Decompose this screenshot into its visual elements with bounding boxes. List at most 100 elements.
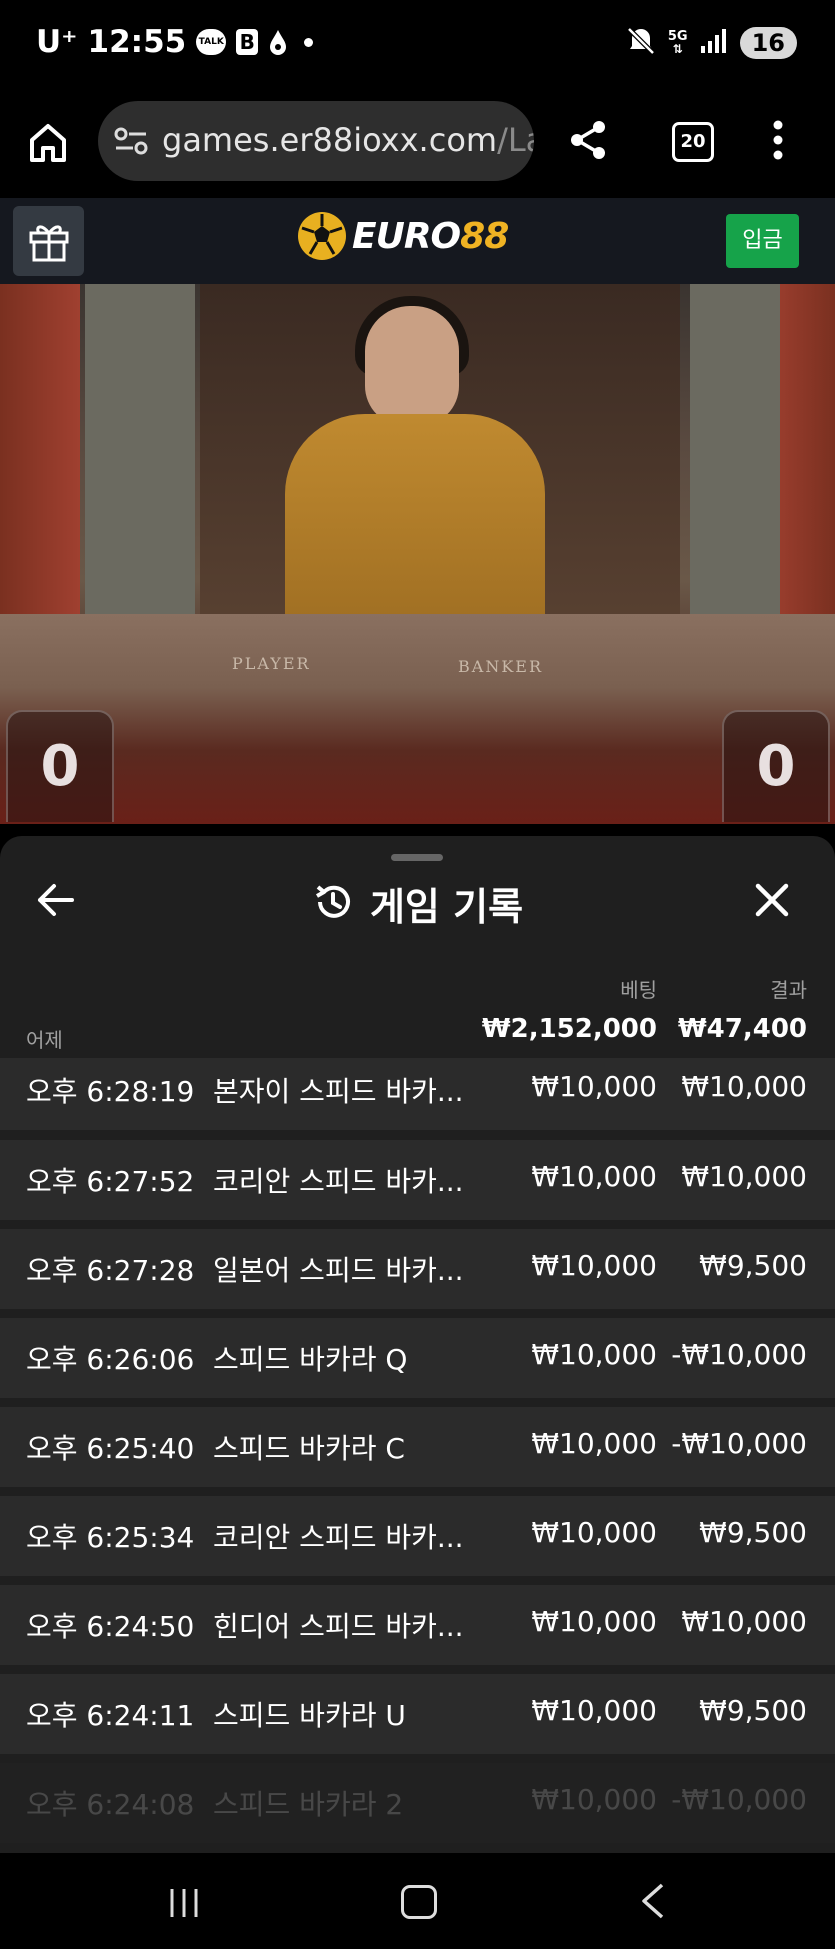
- gift-icon: [29, 225, 68, 262]
- row-bet: ₩10,000: [531, 1338, 657, 1371]
- more-notifications-dot-icon: [304, 37, 314, 47]
- kakaotalk-icon: TALK: [196, 29, 227, 55]
- row-time: 오후 6:27:28: [26, 1254, 195, 1287]
- row-result: ₩9,500: [699, 1249, 807, 1282]
- battery-indicator: 16: [739, 27, 797, 59]
- overflow-menu-icon[interactable]: [772, 120, 784, 164]
- notification-app-icon: [268, 28, 288, 56]
- site-header: EURO88 입금: [0, 198, 835, 284]
- status-bar: U⁺ 12:55 TALK B 5G ⇅ 16: [0, 0, 835, 92]
- row-time: 오후 6:27:52: [26, 1165, 195, 1198]
- game-history-sheet: 게임 기록 베팅 결과 어제 ₩2,152,000 ₩47,400 오후 6:2…: [0, 836, 835, 1853]
- row-bet: ₩10,000: [531, 1427, 657, 1460]
- row-time: 오후 6:24:11: [26, 1699, 195, 1732]
- row-game: 코리안 스피드 바카...: [213, 1521, 464, 1554]
- history-icon: [312, 881, 354, 927]
- share-icon[interactable]: [566, 118, 610, 166]
- row-result: ₩10,000: [681, 1605, 807, 1638]
- row-game: 스피드 바카라 Q: [213, 1343, 408, 1376]
- row-game: 스피드 바카라 C: [213, 1432, 405, 1465]
- logo-wordmark: EURO88: [352, 215, 509, 257]
- total-result: ₩47,400: [677, 1014, 807, 1044]
- row-time: 오후 6:25:34: [26, 1521, 195, 1554]
- data-arrows-icon: ⇅: [672, 42, 683, 56]
- url-path: /Lau: [497, 121, 534, 159]
- row-bet: ₩10,000: [531, 1160, 657, 1193]
- row-bet: ₩10,000: [531, 1694, 657, 1727]
- date-group-label: 어제: [26, 1028, 63, 1052]
- sheet-header: 게임 기록: [0, 876, 835, 931]
- row-time: 오후 6:26:06: [26, 1343, 195, 1376]
- mute-icon: [626, 26, 656, 60]
- gift-button[interactable]: [13, 206, 84, 276]
- result-column-header: 결과: [770, 978, 807, 1002]
- row-time: 오후 6:24:08: [26, 1788, 195, 1821]
- history-row[interactable]: 오후 6:25:40 스피드 바카라 C ₩10,000 -₩10,000: [0, 1407, 835, 1487]
- sheet-drag-handle[interactable]: [391, 854, 443, 861]
- history-row[interactable]: 오후 6:24:50 힌디어 스피드 바카... ₩10,000 ₩10,000: [0, 1585, 835, 1665]
- url-text[interactable]: games.er88ioxx.com/Lau: [162, 121, 534, 159]
- bet-column-header: 베팅: [620, 978, 657, 1002]
- row-game: 스피드 바카라 2: [213, 1788, 404, 1821]
- row-game: 힌디어 스피드 바카...: [213, 1610, 464, 1643]
- row-game: 코리안 스피드 바카...: [213, 1165, 464, 1198]
- network-type-icon: 5G ⇅: [668, 30, 688, 56]
- row-game: 일본어 스피드 바카...: [213, 1254, 464, 1287]
- system-nav-bar: [0, 1853, 835, 1949]
- row-result: -₩10,000: [671, 1783, 807, 1816]
- row-bet: ₩10,000: [531, 1783, 657, 1816]
- row-result: ₩10,000: [681, 1070, 807, 1103]
- row-bet: ₩10,000: [531, 1516, 657, 1549]
- history-row[interactable]: 오후 6:27:28 일본어 스피드 바카... ₩10,000 ₩9,500: [0, 1229, 835, 1309]
- row-result: -₩10,000: [671, 1338, 807, 1371]
- clock: 12:55: [87, 24, 187, 60]
- row-game: 본자이 스피드 바카...: [213, 1075, 464, 1108]
- row-result: -₩10,000: [671, 1427, 807, 1460]
- row-bet: ₩10,000: [531, 1249, 657, 1282]
- site-settings-icon[interactable]: [114, 125, 148, 161]
- close-icon[interactable]: [754, 882, 790, 922]
- history-row[interactable]: 오후 6:27:52 코리안 스피드 바카... ₩10,000 ₩10,000: [0, 1140, 835, 1220]
- b-app-icon: B: [236, 29, 259, 55]
- back-nav-icon[interactable]: [640, 1883, 666, 1923]
- soccer-ball-icon: [298, 212, 346, 260]
- row-time: 오후 6:28:19: [26, 1075, 195, 1108]
- banker-score: 0: [722, 710, 830, 822]
- recent-apps-icon[interactable]: [168, 1887, 200, 1923]
- deposit-button[interactable]: 입금: [726, 214, 799, 268]
- row-bet: ₩10,000: [531, 1070, 657, 1103]
- player-score: 0: [6, 710, 114, 822]
- decor-pillar-right: [690, 284, 780, 644]
- browser-home-icon[interactable]: [26, 120, 70, 164]
- table-banker-label: BANKER: [458, 657, 543, 676]
- live-dealer-video[interactable]: PLAYER BANKER 0 0: [0, 284, 835, 824]
- logo-text-main: EURO: [352, 215, 461, 257]
- baccarat-table: [0, 614, 835, 824]
- history-row[interactable]: 오후 6:26:06 스피드 바카라 Q ₩10,000 -₩10,000: [0, 1318, 835, 1398]
- row-result: ₩10,000: [681, 1160, 807, 1193]
- euro88-logo[interactable]: EURO88: [298, 212, 509, 260]
- decor-pillar-left: [85, 284, 195, 644]
- home-nav-icon[interactable]: [401, 1885, 437, 1919]
- history-row[interactable]: 오후 6:24:08 스피드 바카라 2 ₩10,000 -₩10,000: [0, 1763, 835, 1843]
- dealer-face: [365, 306, 459, 426]
- row-time: 오후 6:24:50: [26, 1610, 195, 1643]
- total-bet: ₩2,152,000: [481, 1014, 657, 1044]
- logo-text-accent: 88: [460, 215, 509, 257]
- tab-switcher-button[interactable]: 20: [672, 122, 714, 162]
- table-player-label: PLAYER: [232, 654, 311, 673]
- row-bet: ₩10,000: [531, 1605, 657, 1638]
- history-row[interactable]: 오후 6:28:19 본자이 스피드 바카... ₩10,000 ₩10,000: [0, 1058, 835, 1130]
- sheet-title: 게임 기록: [369, 885, 524, 929]
- row-result: ₩9,500: [699, 1694, 807, 1727]
- row-time: 오후 6:25:40: [26, 1432, 195, 1465]
- url-bar[interactable]: games.er88ioxx.com/Lau: [98, 101, 534, 181]
- signal-icon: [700, 28, 728, 58]
- browser-toolbar: games.er88ioxx.com/Lau 20: [0, 92, 835, 198]
- url-domain: games.er88ioxx.com: [162, 121, 498, 159]
- row-game: 스피드 바카라 U: [213, 1699, 406, 1732]
- carrier-label: U⁺: [36, 24, 78, 60]
- row-result: ₩9,500: [699, 1516, 807, 1549]
- history-row[interactable]: 오후 6:24:11 스피드 바카라 U ₩10,000 ₩9,500: [0, 1674, 835, 1754]
- history-row[interactable]: 오후 6:25:34 코리안 스피드 바카... ₩10,000 ₩9,500: [0, 1496, 835, 1576]
